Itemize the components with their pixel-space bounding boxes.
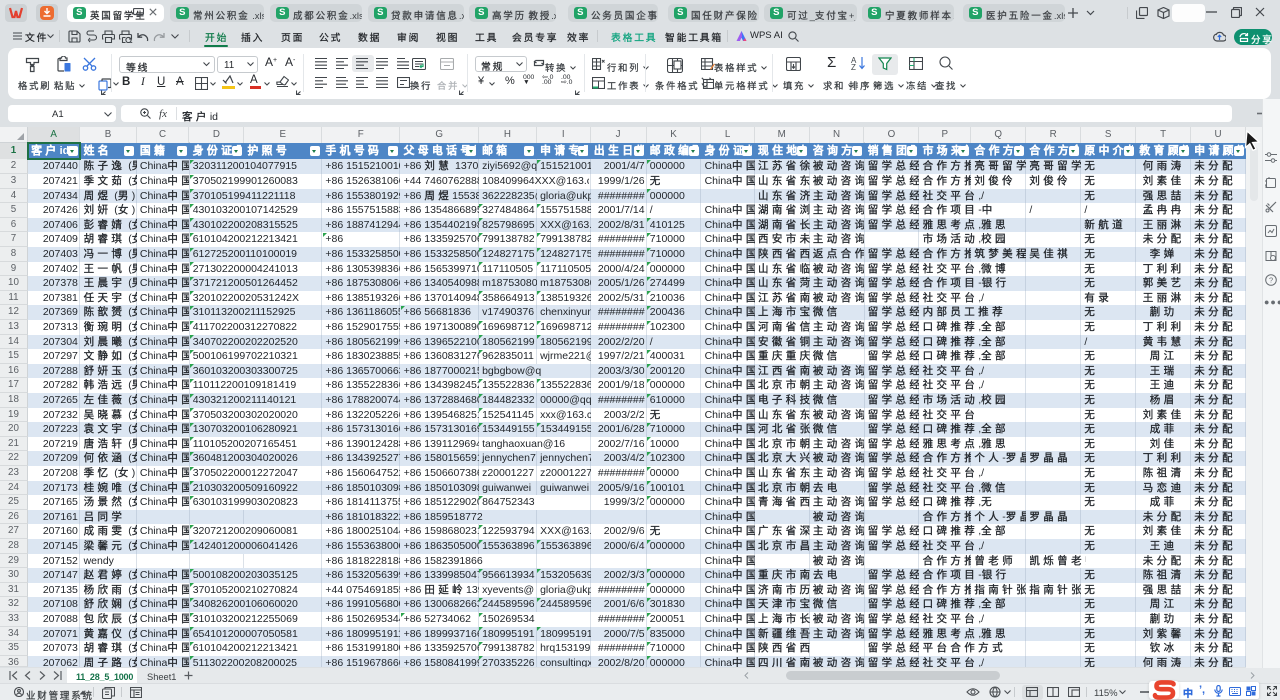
svg-text:?: ? (1269, 276, 1273, 285)
svg-text:Z: Z (851, 63, 856, 70)
